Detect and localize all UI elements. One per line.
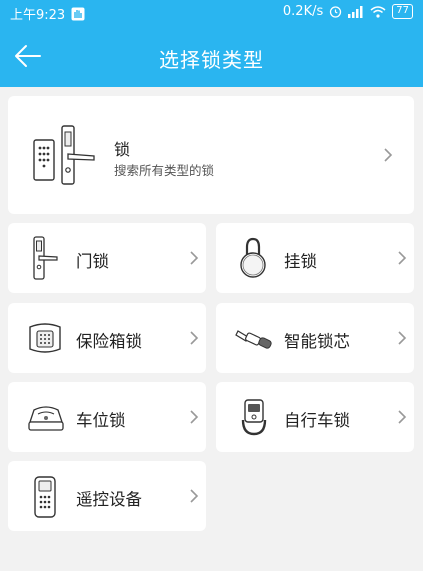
category-label: 车位锁	[76, 411, 126, 430]
category-parking-lock[interactable]: 车位锁	[8, 382, 206, 452]
chevron-right-icon	[190, 489, 199, 503]
chevron-right-icon	[384, 148, 393, 162]
signal-icon	[348, 5, 363, 18]
parking-lock-icon	[28, 406, 64, 431]
category-label: 自行车锁	[284, 411, 350, 430]
app-header: 上午9:23 0.2K/s 77 选择锁类型	[0, 0, 423, 87]
chevron-right-icon	[398, 410, 407, 424]
chevron-right-icon	[190, 331, 199, 345]
padlock-icon	[240, 237, 266, 278]
all-locks-subtitle: 搜索所有类型的锁	[114, 163, 215, 178]
status-bar: 上午9:23 0.2K/s 77	[0, 0, 423, 24]
all-locks-card[interactable]: 锁 搜索所有类型的锁	[8, 96, 414, 214]
category-smart-cylinder[interactable]: 智能锁芯	[216, 303, 414, 373]
chevron-right-icon	[190, 410, 199, 424]
category-label: 智能锁芯	[284, 332, 350, 351]
battery-indicator: 77	[392, 4, 413, 19]
door-lock-keypad-icon	[33, 125, 95, 185]
category-padlock[interactable]: 挂锁	[216, 223, 414, 293]
hand-notification-icon	[71, 7, 85, 20]
all-locks-title: 锁	[114, 140, 131, 159]
door-lock-icon	[33, 236, 58, 280]
bike-lock-icon	[241, 399, 267, 436]
page-title: 选择锁类型	[159, 48, 264, 72]
category-label: 保险箱锁	[76, 332, 142, 351]
category-remote-control[interactable]: 遥控设备	[8, 461, 206, 531]
category-safe-lock[interactable]: 保险箱锁	[8, 303, 206, 373]
category-label: 遥控设备	[76, 490, 142, 509]
network-speed: 0.2K/s	[282, 4, 324, 19]
category-bike-lock[interactable]: 自行车锁	[216, 382, 414, 452]
status-time: 上午9:23	[10, 8, 66, 23]
chevron-right-icon	[398, 331, 407, 345]
safe-lock-icon	[29, 323, 61, 353]
chevron-right-icon	[190, 251, 199, 265]
smart-cylinder-icon	[235, 330, 272, 349]
category-label: 挂锁	[284, 252, 317, 271]
remote-control-icon	[34, 476, 56, 518]
category-label: 门锁	[76, 252, 109, 271]
category-door-lock[interactable]: 门锁	[8, 223, 206, 293]
alarm-icon	[330, 6, 342, 18]
wifi-icon	[370, 5, 386, 18]
chevron-right-icon	[398, 251, 407, 265]
